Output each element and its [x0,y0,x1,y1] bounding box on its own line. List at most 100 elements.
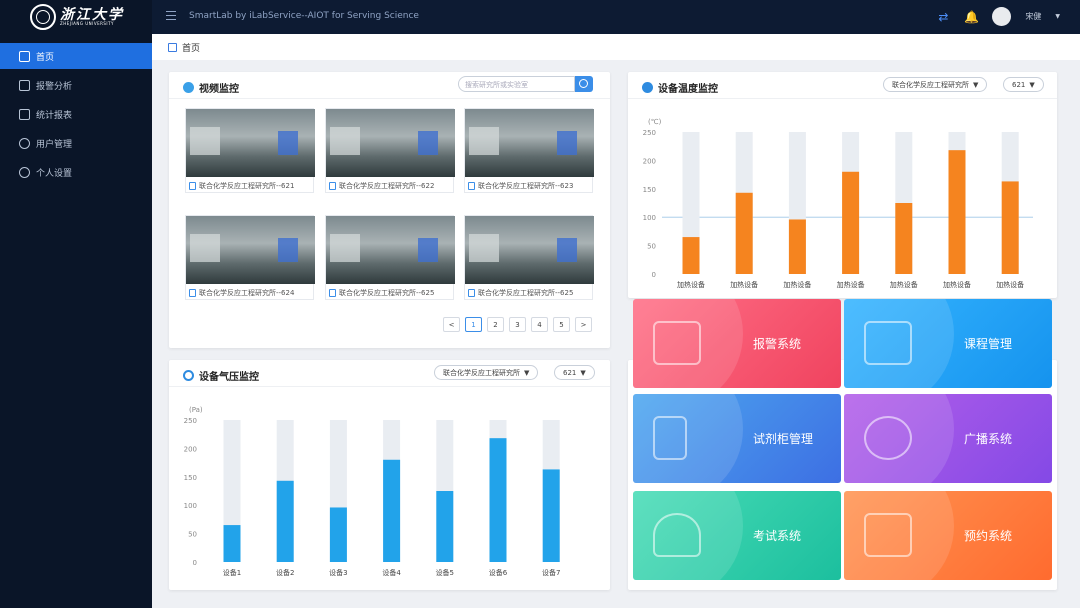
sidebar-item-alarm-analysis[interactable]: 报警分析 [0,72,152,98]
report-icon [19,108,30,120]
tile-label: 试剂柜管理 [753,432,814,446]
sidebar-item-label: 报警分析 [36,81,73,92]
y-tick-label: 100 [184,502,197,510]
chevron-down-icon: ▼ [580,368,586,377]
x-tick-label: 设备2 [276,568,294,577]
page-button[interactable]: 2 [487,317,504,332]
language-icon[interactable]: ⇄ [936,10,950,24]
search-button[interactable] [575,76,593,92]
select-value: 621 [563,368,577,377]
bar [276,480,294,562]
video-thumbnail[interactable]: 联合化学反应工程研究所--622 [325,108,455,193]
bar [735,192,753,274]
lab-icon [468,289,475,297]
sidebar-item-users[interactable]: 用户管理 [0,130,152,156]
bar [383,459,401,562]
y-tick-label: 150 [184,474,197,482]
page-button[interactable]: 4 [531,317,548,332]
tile-broadcast-system[interactable]: 广播系统 [844,394,1052,483]
page-button[interactable]: 1 [465,317,482,332]
page-button[interactable]: 5 [553,317,570,332]
video-frame [465,216,594,284]
x-tick-label: 加热设备 [996,280,1024,289]
grid-icon [168,42,177,52]
lab-icon [189,289,196,297]
tile-booking-system[interactable]: 预约系统 [844,491,1052,580]
book-icon [864,321,912,365]
video-thumbnail[interactable]: 联合化学反应工程研究所--623 [464,108,594,193]
gear-icon [19,166,30,178]
avatar[interactable] [992,7,1012,26]
logo-subtext: ZHEJIANG UNIVERSITY [60,21,114,26]
bar [788,219,806,274]
video-thumbnail[interactable]: 联合化学反应工程研究所--625 [325,215,455,300]
x-tick-label: 加热设备 [677,280,705,289]
bell-icon[interactable]: 🔔 [964,10,979,24]
thumbnail-caption: 联合化学反应工程研究所--623 [478,182,574,190]
lab-icon [329,289,336,297]
y-tick-label: 50 [647,243,656,251]
video-thumbnail[interactable]: 联合化学反应工程研究所--625 [464,215,594,300]
room-select[interactable]: 621 ▼ [1003,77,1044,92]
broadcast-icon [864,416,912,460]
user-name[interactable]: 宋健 [1025,11,1041,22]
chevron-down-icon[interactable]: ▼ [1055,13,1060,20]
select-value: 联合化学反应工程研究所 [892,80,969,89]
y-tick-label: 250 [184,417,197,425]
select-value: 621 [1012,80,1026,89]
y-tick-label: 0 [193,559,197,567]
sidebar-item-home[interactable]: 首页 [0,43,152,69]
pressure-chart: (Pa) 0 50 100 150 200 250 设备1 设备2 设备3 设备4 设备5 设备6 设备7 [184,406,561,577]
y-tick-label: 250 [643,129,656,137]
thumbnail-caption: 联合化学反应工程研究所--625 [478,289,574,297]
tile-label: 考试系统 [753,529,802,543]
pressure-monitor-panel: 设备气压监控 (Pa) 0 50 100 150 200 250 设备1 设备2 设备3 设备4 设备… [169,360,610,590]
x-tick-label: 设备3 [329,568,347,577]
institute-select[interactable]: 联合化学反应工程研究所 ▼ [434,365,539,380]
pagination: < 1 2 3 4 5 > [443,317,592,332]
bar [542,469,560,562]
bar [948,150,966,274]
tile-course-management[interactable]: 课程管理 [844,299,1052,388]
temperature-chart: (℃) 0 50 100 150 200 250 加热设备 加热设备 加热设备 加热设备 加热设备 加热… [643,118,1033,289]
chevron-down-icon: ▼ [524,368,530,377]
video-thumbnail[interactable]: 联合化学反应工程研究所--624 [185,215,315,300]
video-frame [186,109,315,177]
tile-label: 报警系统 [753,337,802,351]
video-thumbnail[interactable]: 联合化学反应工程研究所--621 [185,108,315,193]
tile-label: 广播系统 [964,432,1013,446]
bar [223,525,241,562]
home-icon [19,50,30,62]
sidebar-item-settings[interactable]: 个人设置 [0,159,152,185]
tile-reagent-cabinet[interactable]: 试剂柜管理 [633,394,841,483]
chevron-down-icon: ▼ [1029,80,1035,89]
search-input[interactable]: 搜索研究所或实验室 [458,76,575,92]
x-tick-label: 加热设备 [730,280,758,289]
institute-select[interactable]: 联合化学反应工程研究所 ▼ [883,77,988,92]
x-tick-label: 加热设备 [890,280,918,289]
next-page-button[interactable]: > [575,317,592,332]
page-button[interactable]: 3 [509,317,526,332]
university-logo[interactable]: 浙江大学 ZHEJIANG UNIVERSITY [0,0,152,34]
temperature-monitor-panel: 设备温度监控 (℃) 0 50 100 150 200 250 加热设备 加热设备 加热设备 加热设… [628,72,1057,298]
room-select[interactable]: 621 ▼ [554,365,595,380]
x-tick-label: 设备5 [436,568,454,577]
bar [329,507,347,562]
tile-exam-system[interactable]: 考试系统 [633,491,841,580]
tile-alarm-system[interactable]: 报警系统 [633,299,841,388]
x-tick-label: 加热设备 [943,280,971,289]
lab-icon [468,182,475,190]
y-axis-unit: (Pa) [189,406,203,414]
thumbnail-caption: 联合化学反应工程研究所--622 [339,182,435,190]
menu-toggle-icon[interactable] [166,11,176,20]
sidebar-item-reports[interactable]: 统计报表 [0,101,152,127]
y-tick-label: 0 [652,271,656,279]
y-tick-label: 200 [643,157,656,165]
breadcrumb-home[interactable]: 首页 [182,41,200,54]
bar [842,171,860,274]
camera-icon [183,82,194,93]
prev-page-button[interactable]: < [443,317,460,332]
breadcrumb: 首页 [152,34,1080,60]
sidebar-item-label: 统计报表 [36,110,73,121]
sidebar-item-label: 用户管理 [36,139,73,150]
